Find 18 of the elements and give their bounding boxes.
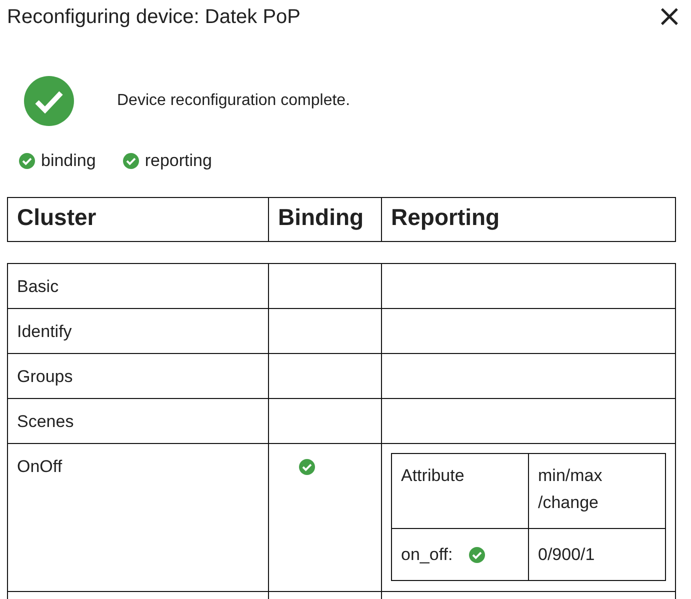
table-cell: Attribute bbox=[392, 454, 528, 528]
table-cell: Identify bbox=[8, 308, 268, 354]
table-cell: OnOff bbox=[8, 444, 268, 592]
attribute-name: on_off: bbox=[401, 544, 453, 566]
column-header: Binding bbox=[268, 198, 382, 242]
status-message: Device reconfiguration complete. bbox=[117, 92, 350, 110]
close-button[interactable]: × bbox=[654, 2, 684, 32]
table-cell: 0/900/1 bbox=[528, 528, 666, 580]
table-cell: Basic bbox=[8, 264, 268, 308]
column-header: Reporting bbox=[382, 198, 676, 242]
column-header: Cluster bbox=[8, 198, 268, 242]
table-cell: min/max /change bbox=[528, 454, 666, 528]
dialog-title: Reconfiguring device: Datek PoP bbox=[7, 6, 300, 28]
step-label: binding bbox=[41, 151, 96, 171]
table-cell: Scenes bbox=[8, 398, 268, 444]
table-cell: Groups bbox=[8, 354, 268, 398]
step-label: reporting bbox=[144, 151, 212, 171]
check-circle-icon bbox=[299, 459, 315, 475]
